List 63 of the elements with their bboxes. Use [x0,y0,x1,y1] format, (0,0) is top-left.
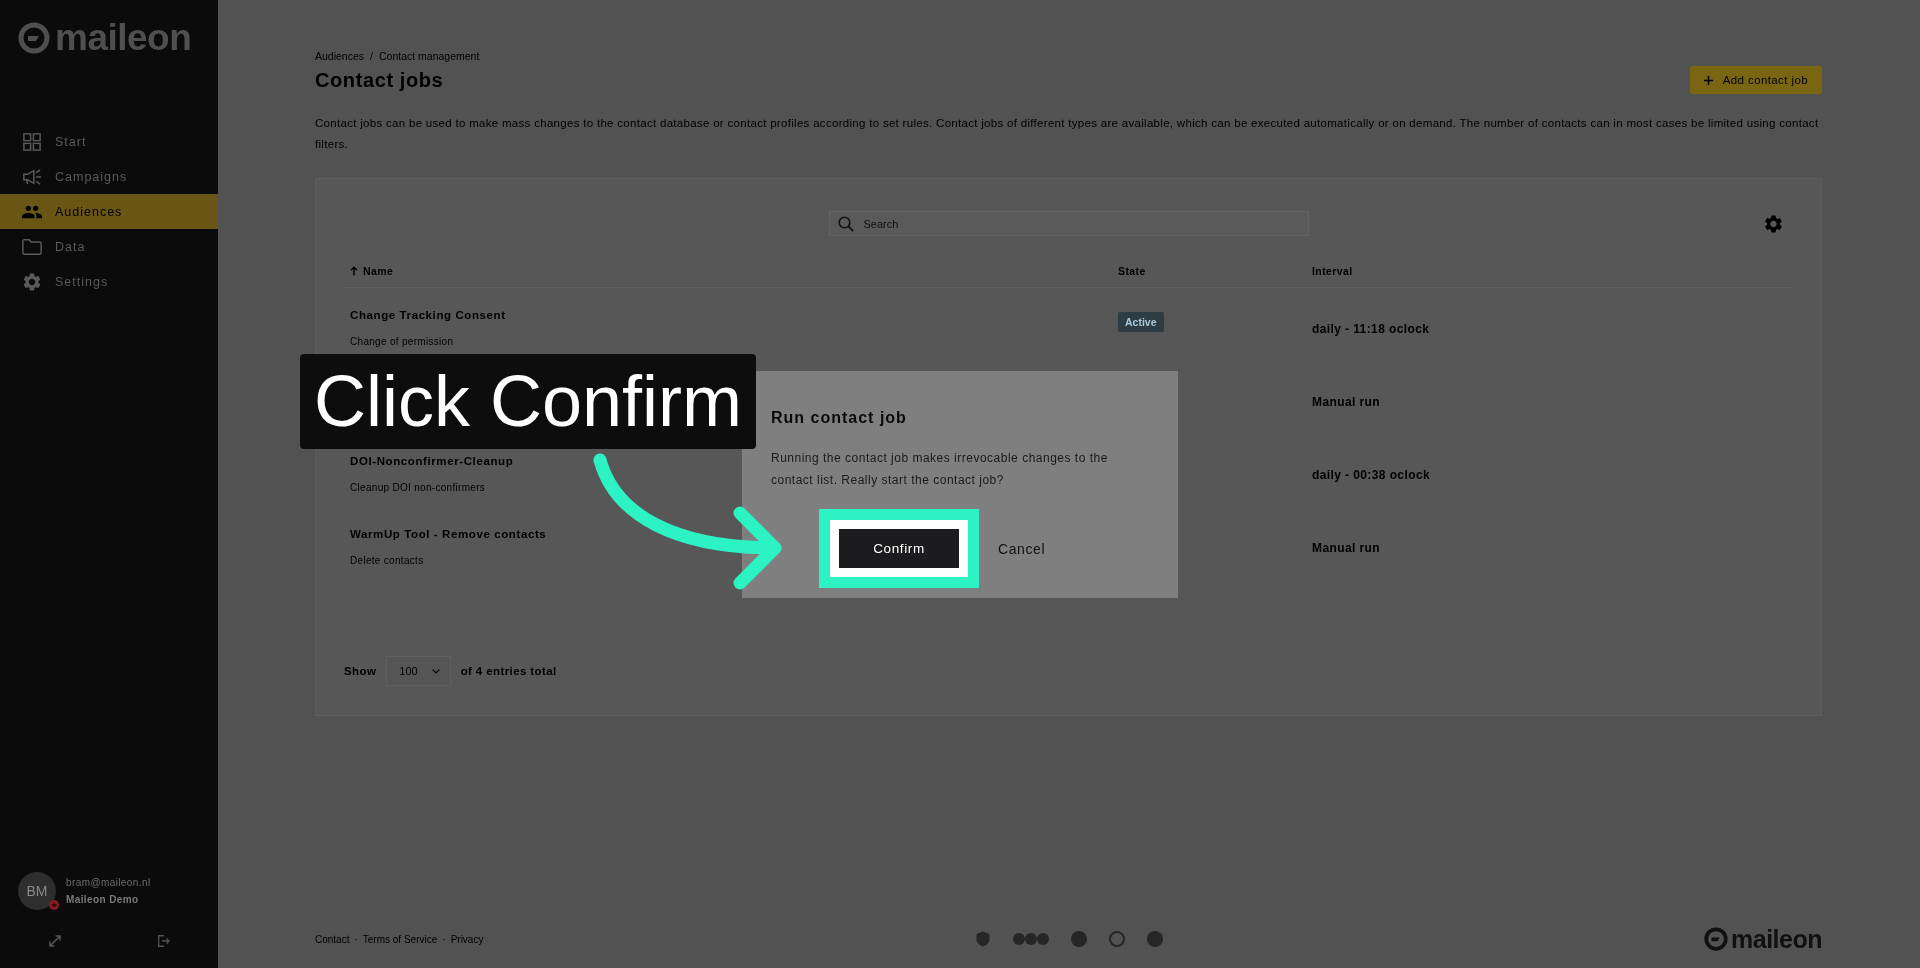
confirm-button[interactable]: Confirm [839,529,959,568]
job-description: Change of permission [350,335,454,349]
circle-icon [1070,931,1087,947]
show-label: Show [344,665,377,677]
logo-icon [1704,927,1728,951]
logo-text: maileon [1731,926,1822,952]
job-name[interactable]: WarmUp Tool - Remove contacts [350,526,547,542]
user-name: Maileon Demo [66,894,139,905]
job-name[interactable]: DOI-Nonconfirmer-Cleanup [350,453,514,469]
column-header[interactable]: Interval [1312,265,1353,277]
search-field[interactable]: Search [828,211,1309,236]
grid-icon [22,132,42,151]
status-badge: Active [1118,311,1164,332]
avatar: BM [18,872,56,910]
search-icon [837,215,854,232]
nav-item[interactable]: Campaigns [0,159,218,194]
logo-icon [18,22,50,54]
user-email: bram@maileon.nl [66,877,151,888]
status-dot-icon [49,900,59,910]
expand-icon[interactable] [48,934,62,948]
megaphone-icon [22,167,42,186]
plus-icon [1703,75,1713,85]
job-name[interactable]: Change Tracking Consent [350,307,506,323]
settings-icon[interactable] [1765,214,1782,233]
job-description: Cleanup DOI non-confirmers [350,481,486,495]
ring-icon [1108,931,1125,947]
interval-text: daily - 11:18 oclock [1312,321,1430,336]
link-separator: · [442,933,446,945]
footer-link[interactable]: Privacy [450,933,484,945]
breadcrumb-separator: / [370,50,373,62]
interval-text: Manual run [1312,394,1380,409]
shield-icon [974,931,991,947]
nav-item[interactable]: Settings [0,264,218,299]
link-separator: · [354,933,358,945]
breadcrumb-link[interactable]: Audiences [315,50,365,62]
footer-link[interactable]: Terms of Service [362,933,438,945]
folder-icon [22,237,42,256]
circles-icon [1012,931,1049,947]
dialog-message: Running the contact job makes irrevocable changes to the contact list. Really start the contact job? [771,450,1109,489]
nav-item[interactable]: Audiences [0,194,218,229]
page-title: Contact jobs [315,68,444,92]
job-description: Delete contacts [350,554,424,568]
column-header[interactable]: State [1118,265,1146,277]
nav-item[interactable]: Start [0,124,218,159]
circle-icon [1146,931,1163,947]
interval-text: daily - 00:38 oclock [1312,467,1431,482]
dialog-title: Run contact job [771,408,908,428]
callout-label: Click Confirm [300,354,757,449]
interval-text: Manual run [1312,540,1380,555]
footer-link[interactable]: Contact [315,933,350,945]
column-header[interactable]: Name [350,265,394,277]
page-size-select[interactable]: 100 [386,656,451,686]
sort-arrow-icon [350,266,358,276]
logo-text: maileon [55,20,192,56]
caret-icon [431,668,440,674]
logout-icon[interactable] [156,934,170,948]
settings-icon [22,272,42,291]
page-description: Contact jobs can be used to make mass changes to the contact database or contact profiles according to set rules. Contact jobs of different types are available, which can be executed automatically or on demand. The number of contacts can in most cases be limited using contact filters. [315,116,1820,152]
breadcrumb-link[interactable]: Contact management [378,50,480,62]
entries-total: of 4 entries total [460,665,557,677]
add-contact-job-button[interactable]: Add contact job [1689,66,1822,94]
cancel-button[interactable]: Cancel [990,532,1054,565]
nav-item[interactable]: Data [0,229,218,264]
